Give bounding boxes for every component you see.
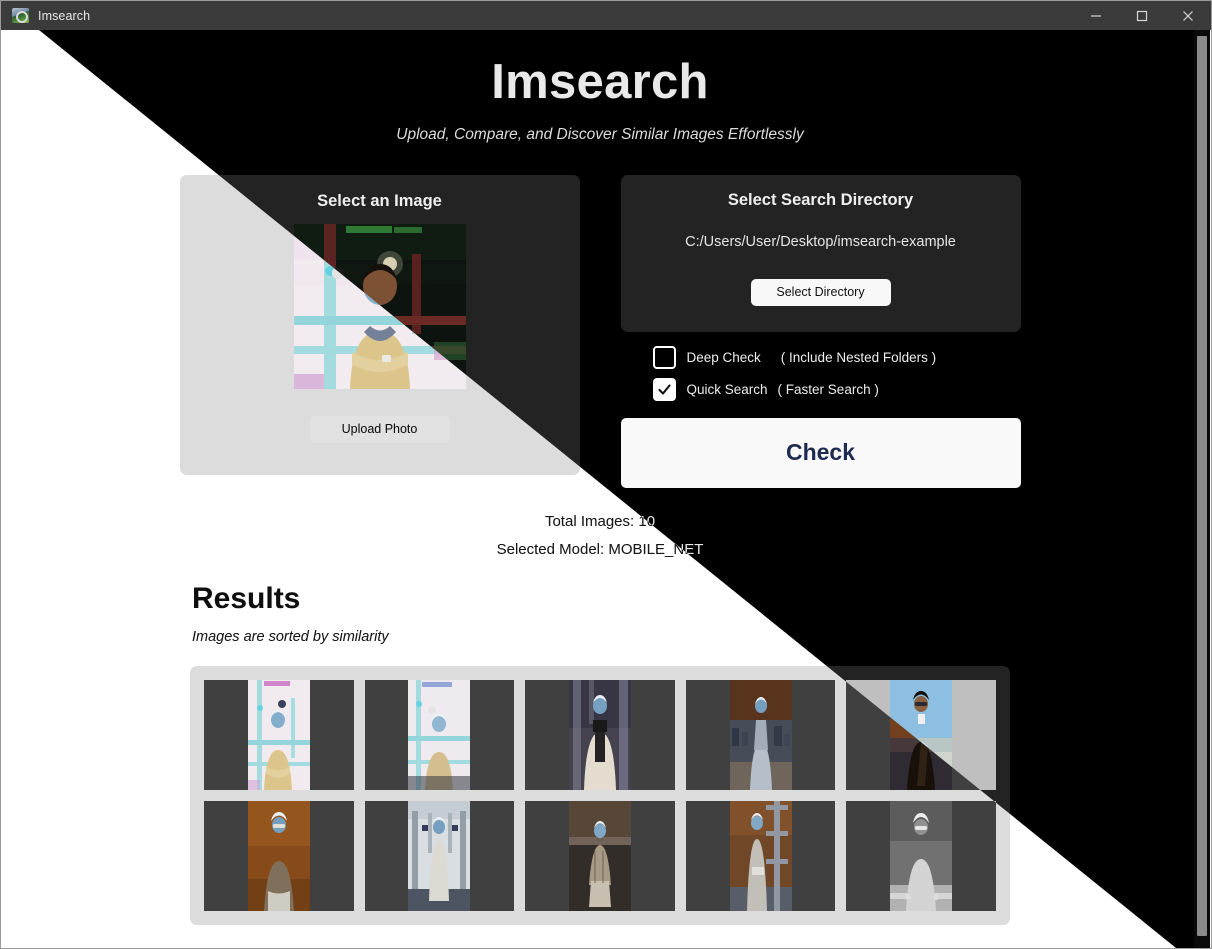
title-bar: Imsearch	[1, 1, 1211, 30]
image-preview[interactable]	[293, 223, 466, 389]
check-button[interactable]: Check	[620, 417, 1021, 488]
result-photo-3	[568, 679, 631, 790]
result-thumb-5[interactable]	[846, 679, 996, 790]
deep-check-row[interactable]: Deep Check ( Include Nested Folders )	[652, 345, 1021, 369]
result-photo-2	[408, 679, 471, 790]
selected-model-status: Selected Model: MOBILE_NET	[496, 540, 704, 558]
minimize-button[interactable]	[1073, 1, 1119, 30]
upload-photo-button[interactable]: Upload Photo	[309, 415, 450, 443]
result-thumb-4[interactable]	[685, 679, 836, 790]
result-photo-1	[247, 679, 310, 790]
results-grid	[190, 665, 1010, 925]
quick-search-label: Quick Search	[686, 381, 768, 397]
vertical-scrollbar[interactable]	[1194, 30, 1210, 948]
result-photo-8	[568, 800, 631, 911]
app-icon	[12, 8, 29, 23]
result-thumb-6[interactable]	[204, 800, 354, 911]
check-mark-icon	[657, 384, 671, 395]
app-canvas: Imsearch Upload, Compare, and Discover S…	[2, 30, 1198, 948]
panels-row: Select an Image Upload Photo Select Sear…	[2, 174, 1198, 488]
status-block: Total Images: 10 Selected Model: MOBILE_…	[2, 508, 1198, 564]
deep-check-hint: ( Include Nested Folders )	[780, 349, 937, 365]
result-photo-10	[890, 800, 953, 911]
maximize-button[interactable]	[1119, 1, 1165, 30]
right-column: Select Search Directory C:/Users/User/De…	[620, 174, 1021, 488]
select-directory-card: Select Search Directory C:/Users/User/De…	[620, 174, 1021, 332]
directory-path: C:/Users/User/Desktop/imsearch-example	[685, 233, 956, 250]
result-photo-7	[408, 800, 471, 911]
deep-check-label: Deep Check	[686, 349, 761, 365]
results-title: Results	[192, 581, 301, 615]
result-photo-6	[247, 800, 310, 911]
window-controls	[1073, 1, 1211, 30]
select-image-title: Select an Image	[317, 191, 442, 210]
result-thumb-8[interactable]	[525, 800, 675, 911]
result-thumb-7[interactable]	[364, 800, 515, 911]
close-button[interactable]	[1165, 1, 1211, 30]
results-header: Results Images are sorted by similarity	[192, 582, 1198, 645]
preview-photo	[293, 223, 466, 389]
result-thumb-10[interactable]	[846, 800, 996, 911]
result-thumb-1[interactable]	[204, 679, 354, 790]
result-thumb-3[interactable]	[525, 679, 675, 790]
select-directory-button[interactable]: Select Directory	[750, 278, 891, 306]
result-photo-9	[729, 800, 792, 911]
result-thumb-2[interactable]	[364, 679, 515, 790]
deep-check-checkbox[interactable]	[652, 345, 676, 369]
results-subtitle: Images are sorted by similarity	[192, 628, 389, 645]
quick-search-checkbox[interactable]	[652, 377, 676, 401]
scrollbar-thumb[interactable]	[1197, 36, 1207, 936]
page-content: Imsearch Upload, Compare, and Discover S…	[2, 30, 1198, 948]
app-window: Imsearch Imsearch Upload, Compare, and D…	[0, 0, 1212, 949]
page-title: Imsearch	[491, 55, 709, 109]
window-title: Imsearch	[38, 8, 91, 23]
result-photo-5	[890, 679, 953, 790]
select-image-card: Select an Image Upload Photo	[179, 174, 580, 475]
quick-search-row[interactable]: Quick Search ( Faster Search )	[652, 377, 1021, 401]
quick-search-hint: ( Faster Search )	[777, 381, 879, 397]
result-thumb-9[interactable]	[685, 800, 836, 911]
result-photo-4	[729, 679, 792, 790]
total-images-status: Total Images: 10	[544, 512, 656, 530]
select-directory-title: Select Search Directory	[727, 190, 914, 209]
page-subtitle: Upload, Compare, and Discover Similar Im…	[396, 125, 804, 143]
